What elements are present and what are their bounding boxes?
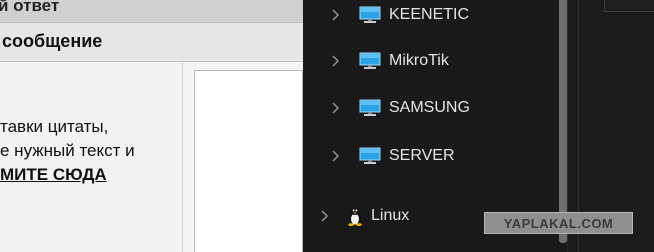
monitor-icon <box>359 6 381 24</box>
nav-item-samsung[interactable]: SAMSUNG <box>329 93 470 123</box>
nav-item-label: Linux <box>371 207 410 224</box>
watermark-text: YAPLAKAL.COM <box>503 215 614 231</box>
nav-item-label: SERVER <box>389 147 455 164</box>
chevron-right-icon[interactable] <box>329 150 341 162</box>
tux-icon <box>347 206 363 226</box>
nav-item-label: MikroTik <box>389 52 449 69</box>
monitor-icon <box>359 147 381 165</box>
nav-item-label: KEENETIC <box>389 6 470 23</box>
forum-page: й ответ сообщение тавки цитаты, е нужный… <box>0 0 303 252</box>
forum-subheader: сообщение <box>0 23 303 62</box>
chevron-right-icon[interactable] <box>329 102 341 114</box>
monitor-icon <box>359 99 381 117</box>
chevron-right-icon[interactable] <box>329 55 341 67</box>
scrollbar-thumb[interactable] <box>559 0 567 243</box>
forum-subheader-title: сообщение <box>2 31 103 51</box>
nav-item-mikrotik[interactable]: MikroTik <box>329 46 449 76</box>
chevron-right-icon[interactable] <box>329 9 341 21</box>
watermark: YAPLAKAL.COM <box>484 212 633 234</box>
nav-item-keenetic[interactable]: KEENETIC <box>329 0 469 30</box>
nav-item-server[interactable]: SERVER <box>329 141 455 171</box>
message-textarea[interactable] <box>194 70 303 252</box>
chevron-right-icon[interactable] <box>318 210 330 222</box>
monitor-icon <box>359 52 381 70</box>
forum-hint-line-1: тавки цитаты, <box>0 117 109 136</box>
nav-item-label: SAMSUNG <box>389 99 470 116</box>
nav-item-linux[interactable]: Linux <box>318 201 409 231</box>
forum-header-title: й ответ <box>0 0 60 15</box>
forum-quote-hint: тавки цитаты, е нужный текст и МИТЕ СЮДА <box>0 115 182 187</box>
search-box[interactable] <box>604 0 654 12</box>
forum-hint-line-2: е нужный текст и <box>0 141 135 160</box>
click-here-link[interactable]: МИТЕ СЮДА <box>0 163 182 187</box>
forum-header: й ответ <box>0 0 303 23</box>
